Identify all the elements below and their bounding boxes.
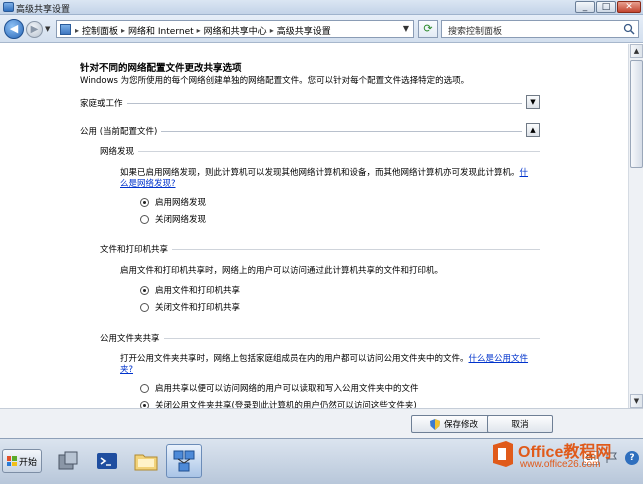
breadcrumb-item[interactable]: 网络和共享中心 <box>204 24 267 37</box>
radio-label: 启用网络发现 <box>155 198 207 208</box>
section-description: 打开公用文件夹共享时，网络上包括家庭组成员在内的用户都可以访问公用文件夹中的文件… <box>120 354 530 376</box>
breadcrumb-item[interactable]: 网络和 Internet <box>128 24 194 37</box>
scroll-down-icon[interactable]: ▼ <box>630 394 643 408</box>
chevron-right-icon[interactable]: ▸ <box>197 26 201 35</box>
cancel-button[interactable]: 取消 <box>487 415 553 433</box>
close-button[interactable]: ✕ <box>617 1 641 13</box>
scroll-up-icon[interactable]: ▲ <box>630 44 643 58</box>
taskbar-control-panel[interactable] <box>166 444 202 478</box>
window-title: 高级共享设置 <box>16 5 71 15</box>
forward-button[interactable]: ▶ <box>26 21 43 38</box>
minimize-button[interactable]: _ <box>575 1 595 13</box>
section-public-folder-sharing: 公用文件夹共享 <box>100 332 540 344</box>
section-description: 如果已启用网络发现，则此计算机可以发现其他网络计算机和设备，而其他网络计算机亦可… <box>120 168 530 190</box>
page-description: Windows 为您所使用的每个网络创建单独的网络配置文件。您可以针对每个配置文… <box>80 76 470 86</box>
watermark-url: www.office26.com <box>520 459 601 470</box>
radio-button[interactable] <box>140 285 149 295</box>
radio-button[interactable] <box>140 302 149 312</box>
server-manager-icon <box>58 451 78 470</box>
breadcrumb: ▸ 控制面板 ▸ 网络和 Internet ▸ 网络和共享中心 ▸ 高级共享设置 <box>75 24 331 37</box>
refresh-button[interactable]: ⟳ <box>418 20 438 38</box>
radio-label: 关闭公用文件夹共享(登录到此计算机的用户仍然可以访问这些文件夹) <box>155 401 417 408</box>
taskbar-explorer[interactable] <box>128 444 164 478</box>
start-label: 开始 <box>18 457 37 468</box>
radio-button[interactable] <box>140 197 149 207</box>
vertical-scrollbar[interactable]: ▲ ▼ <box>628 44 643 408</box>
address-toolbar: ◀ ▶ ▼ ▸ 控制面板 ▸ 网络和 Internet ▸ 网络和共享中心 ▸ … <box>0 15 643 43</box>
description-text: 打开公用文件夹共享时，网络上包括家庭组成员在内的用户都可以访问公用文件夹中的文件… <box>120 354 469 364</box>
radio-disable-file-sharing[interactable]: 关闭文件和打印机共享 <box>140 301 240 313</box>
chevron-right-icon[interactable]: ▸ <box>75 26 79 35</box>
chevron-right-icon[interactable]: ▸ <box>270 26 274 35</box>
chevron-right-icon[interactable]: ▸ <box>121 26 125 35</box>
maximize-button[interactable]: □ <box>596 1 616 13</box>
cancel-label: 取消 <box>511 420 529 430</box>
page-title: 针对不同的网络配置文件更改共享选项 <box>80 63 242 74</box>
section-network-discovery: 网络发现 <box>100 145 540 157</box>
section-title: 公用文件夹共享 <box>100 332 164 344</box>
start-button[interactable]: 开始 <box>2 449 42 473</box>
scroll-thumb[interactable] <box>630 60 643 168</box>
settings-content: 针对不同的网络配置文件更改共享选项 Windows 为您所使用的每个网络创建单独… <box>0 44 628 408</box>
address-bar[interactable]: ▸ 控制面板 ▸ 网络和 Internet ▸ 网络和共享中心 ▸ 高级共享设置… <box>56 20 414 38</box>
network-icon <box>3 2 14 12</box>
radio-button[interactable] <box>140 214 149 224</box>
radio-enable-public-folder[interactable]: 启用共享以便可以访问网络的用户可以读取和写入公用文件夹中的文件 <box>140 382 419 394</box>
profile-label: 家庭或工作 <box>80 97 127 109</box>
windows-logo-icon <box>6 456 17 466</box>
section-title: 网络发现 <box>100 145 139 157</box>
radio-label: 关闭文件和打印机共享 <box>155 303 241 313</box>
address-dropdown-icon[interactable]: ▼ <box>403 24 409 33</box>
recent-pages-chevron-icon[interactable]: ▼ <box>45 25 50 33</box>
uac-shield-icon <box>429 418 440 430</box>
section-title: 文件和打印机共享 <box>100 243 173 255</box>
radio-disable-discovery[interactable]: 关闭网络发现 <box>140 213 206 225</box>
collapse-chevron-icon[interactable]: ▲ <box>526 123 540 137</box>
title-bar: 高级共享设置 _ □ ✕ <box>0 0 643 15</box>
breadcrumb-item[interactable]: 高级共享设置 <box>277 24 331 37</box>
radio-label: 启用文件和打印机共享 <box>155 286 241 296</box>
radio-label: 关闭网络发现 <box>155 215 207 225</box>
watermark: Office教程网 www.office26.com <box>486 436 641 480</box>
section-file-printer-sharing: 文件和打印机共享 <box>100 243 540 255</box>
back-button[interactable]: ◀ <box>4 19 24 39</box>
radio-button[interactable] <box>140 400 149 408</box>
breadcrumb-item[interactable]: 控制面板 <box>82 24 118 37</box>
search-icon[interactable] <box>623 23 635 35</box>
taskbar-server-manager[interactable] <box>50 444 86 478</box>
radio-enable-file-sharing[interactable]: 启用文件和打印机共享 <box>140 284 240 296</box>
search-placeholder: 搜索控制面板 <box>448 27 503 37</box>
radio-button[interactable] <box>140 383 149 393</box>
office-logo-icon <box>493 441 513 467</box>
profile-public[interactable]: 公用 (当前配置文件) ▲ <box>80 123 540 139</box>
save-label: 保存修改 <box>443 420 478 430</box>
search-input[interactable]: 搜索控制面板 <box>441 20 639 38</box>
control-panel-icon <box>60 24 71 35</box>
taskbar-powershell[interactable] <box>89 444 125 478</box>
profile-home-work[interactable]: 家庭或工作 ▼ <box>80 95 540 111</box>
radio-label: 启用共享以便可以访问网络的用户可以读取和写入公用文件夹中的文件 <box>155 384 419 394</box>
profile-label: 公用 (当前配置文件) <box>80 125 162 137</box>
section-description: 启用文件和打印机共享时，网络上的用户可以访问通过此计算机共享的文件和打印机。 <box>120 266 444 276</box>
network-settings-icon <box>173 450 195 472</box>
radio-enable-discovery[interactable]: 启用网络发现 <box>140 196 206 208</box>
action-bar: 保存修改 取消 <box>0 408 643 438</box>
save-button[interactable]: 保存修改 <box>411 415 497 433</box>
expand-chevron-icon[interactable]: ▼ <box>526 95 540 109</box>
description-text: 如果已启用网络发现，则此计算机可以发现其他网络计算机和设备，而其他网络计算机亦可… <box>120 168 520 178</box>
radio-disable-public-folder[interactable]: 关闭公用文件夹共享(登录到此计算机的用户仍然可以访问这些文件夹) <box>140 399 417 408</box>
powershell-icon <box>97 453 117 469</box>
folder-icon <box>134 454 158 471</box>
